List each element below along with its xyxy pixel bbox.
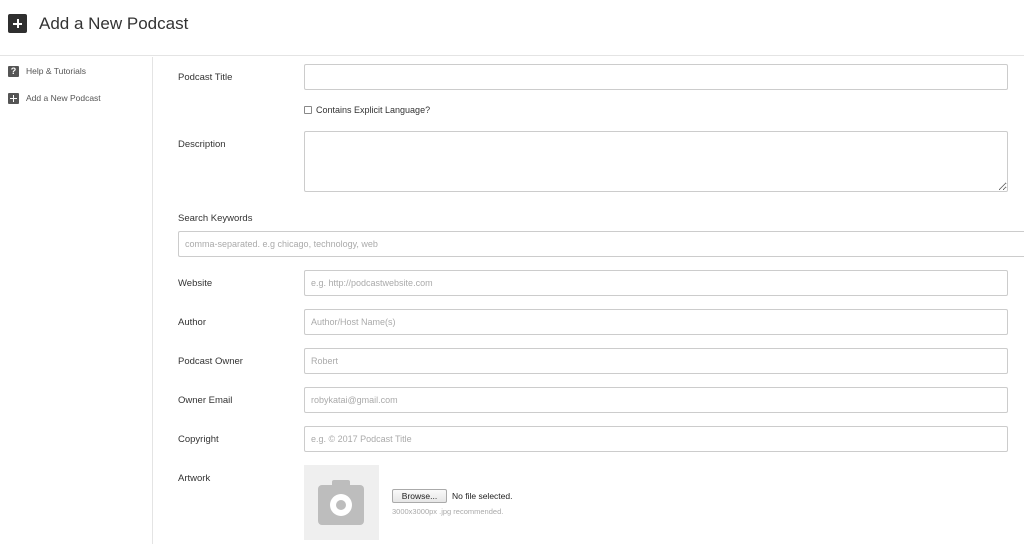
- file-status: No file selected.: [452, 491, 513, 501]
- website-label: Website: [178, 278, 213, 289]
- owner-email-label: Owner Email: [178, 395, 233, 406]
- page-title: Add a New Podcast: [39, 14, 189, 33]
- explicit-language-checkbox[interactable]: [304, 106, 312, 114]
- sidebar-item-add-podcast[interactable]: Add a New Podcast: [8, 91, 101, 105]
- podcast-title-input[interactable]: [304, 64, 1008, 90]
- browse-button[interactable]: Browse...: [392, 489, 447, 503]
- podcast-title-label: Podcast Title: [178, 72, 233, 83]
- sidebar-item-label: Add a New Podcast: [26, 93, 101, 103]
- sidebar-item-label: Help & Tutorials: [26, 66, 86, 76]
- search-keywords-label: Search Keywords: [178, 213, 253, 224]
- search-keywords-input[interactable]: [178, 231, 1024, 257]
- author-input[interactable]: [304, 309, 1008, 335]
- sidebar-item-help-tutorials[interactable]: ? Help & Tutorials: [8, 64, 86, 78]
- copyright-input[interactable]: [304, 426, 1008, 452]
- question-icon: ?: [8, 65, 19, 77]
- description-label: Description: [178, 139, 226, 150]
- plus-icon: [8, 92, 19, 104]
- page-header: Add a New Podcast: [0, 0, 1024, 56]
- website-input[interactable]: [304, 270, 1008, 296]
- explicit-language-row[interactable]: Contains Explicit Language?: [304, 105, 430, 115]
- artwork-hint: 3000x3000px .jpg recommended.: [392, 507, 504, 516]
- podcast-owner-label: Podcast Owner: [178, 356, 243, 367]
- artwork-label: Artwork: [178, 473, 211, 484]
- sidebar: ? Help & Tutorials Add a New Podcast: [0, 57, 153, 544]
- owner-email-input[interactable]: [304, 387, 1008, 413]
- description-textarea[interactable]: [304, 131, 1008, 192]
- podcast-owner-input[interactable]: [304, 348, 1008, 374]
- explicit-language-label: Contains Explicit Language?: [316, 105, 431, 115]
- artwork-preview: [304, 465, 379, 540]
- copyright-label: Copyright: [178, 434, 219, 445]
- plus-square-icon: [8, 14, 27, 33]
- author-label: Author: [178, 317, 206, 328]
